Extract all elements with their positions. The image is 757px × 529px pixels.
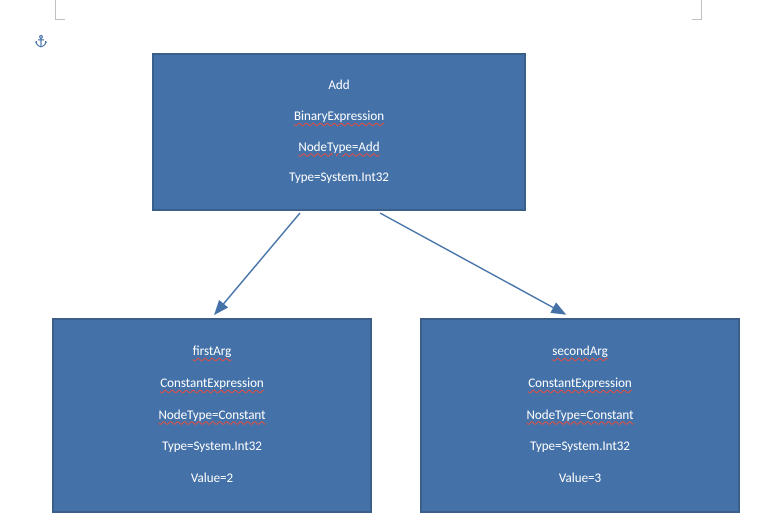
page-margin-corner-left bbox=[55, 0, 65, 20]
node-type: Type=System.Int32 bbox=[158, 170, 520, 186]
anchor-icon bbox=[34, 34, 48, 48]
node-nodetype: NodeType=Add bbox=[158, 140, 520, 156]
node-expr: ConstantExpression bbox=[58, 376, 366, 392]
node-nodetype: NodeType=Constant bbox=[58, 408, 366, 424]
node-value: Value=2 bbox=[58, 471, 366, 487]
node-title: secondArg bbox=[426, 344, 734, 360]
node-type: Type=System.Int32 bbox=[426, 439, 734, 455]
node-title: firstArg bbox=[58, 344, 366, 360]
node-type: Type=System.Int32 bbox=[58, 439, 366, 455]
node-add: Add BinaryExpression NodeType=Add Type=S… bbox=[152, 53, 526, 211]
page-margin-corner-right bbox=[692, 0, 702, 20]
node-expr: BinaryExpression bbox=[158, 109, 520, 125]
node-expr: ConstantExpression bbox=[426, 376, 734, 392]
node-value: Value=3 bbox=[426, 471, 734, 487]
node-nodetype: NodeType=Constant bbox=[426, 408, 734, 424]
node-firstarg: firstArg ConstantExpression NodeType=Con… bbox=[52, 318, 372, 513]
node-title: Add bbox=[158, 78, 520, 94]
node-secondarg: secondArg ConstantExpression NodeType=Co… bbox=[420, 318, 740, 513]
